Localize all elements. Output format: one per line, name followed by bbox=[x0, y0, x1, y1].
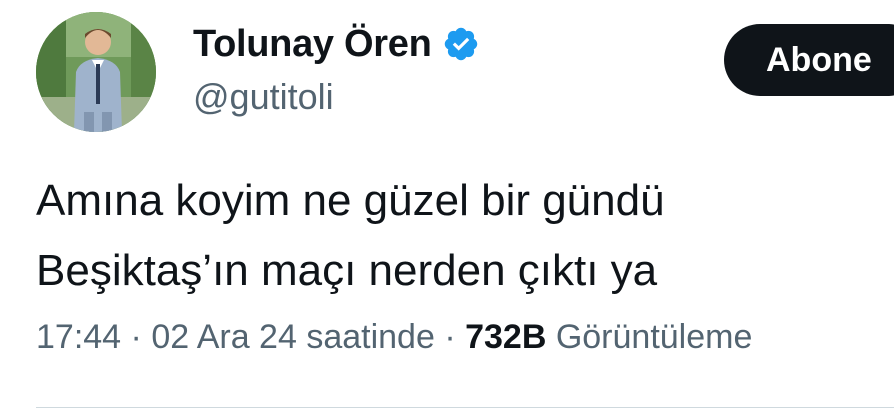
tweet-meta: 17:44 · 02 Ara 24 saatinde · 732B Görünt… bbox=[36, 318, 752, 357]
tweet-text-line: Amına koyim ne güzel bir gündü bbox=[36, 176, 665, 225]
tweet-text: Amına koyim ne güzel bir gündü Beşiktaş’… bbox=[36, 166, 876, 306]
avatar[interactable] bbox=[36, 12, 156, 132]
tweet-text-line: Beşiktaş’ın maçı nerden çıktı ya bbox=[36, 246, 658, 295]
author-name-row: Tolunay Ören bbox=[193, 20, 480, 68]
tweet-card: Tolunay Ören @gutitoli Abone Amına koyim… bbox=[0, 0, 894, 414]
tweet-time[interactable]: 17:44 bbox=[36, 318, 121, 356]
divider bbox=[36, 407, 894, 408]
verified-badge-icon[interactable] bbox=[442, 25, 480, 63]
meta-separator: · bbox=[434, 318, 466, 356]
tweet-date[interactable]: 02 Ara 24 saatinde bbox=[151, 318, 435, 356]
meta-separator: · bbox=[121, 318, 152, 356]
avatar-photo bbox=[36, 12, 156, 132]
subscribe-button[interactable]: Abone bbox=[724, 24, 894, 96]
views-count[interactable]: 732B bbox=[465, 318, 546, 356]
author-display-name[interactable]: Tolunay Ören bbox=[193, 23, 432, 66]
author-handle[interactable]: @gutitoli bbox=[193, 76, 334, 118]
views-label[interactable]: Görüntüleme bbox=[556, 318, 753, 356]
